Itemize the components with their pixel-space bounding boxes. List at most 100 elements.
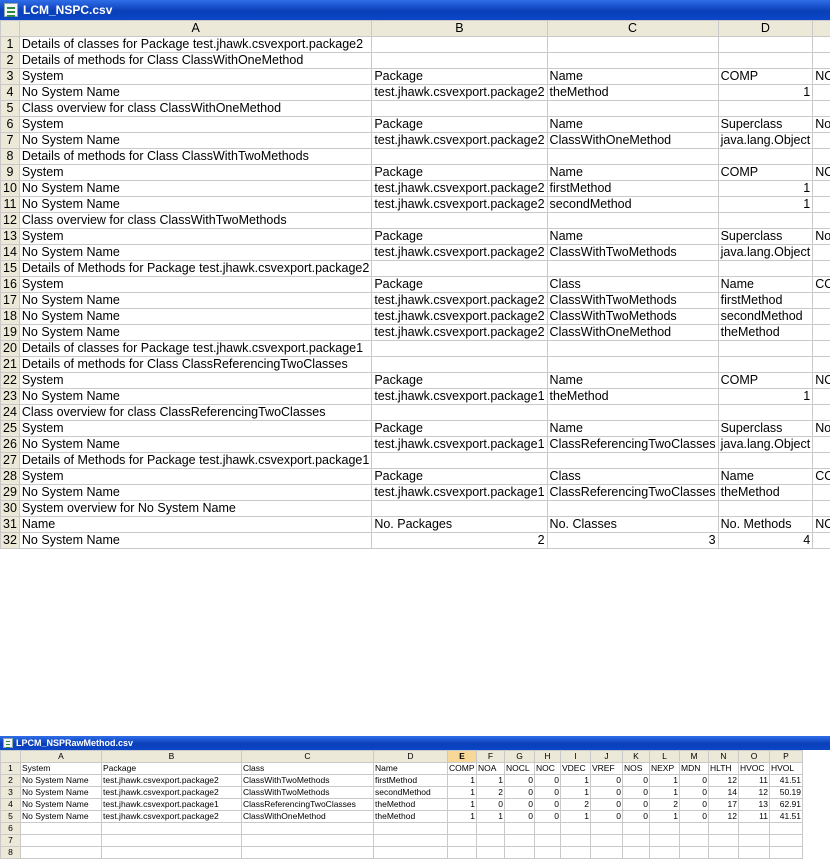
- cell[interactable]: [738, 822, 770, 835]
- cell[interactable]: 0: [590, 810, 623, 823]
- cell[interactable]: [371, 500, 548, 517]
- cell[interactable]: 0: [812, 388, 830, 405]
- cell[interactable]: Details of classes for Package test.jhaw…: [18, 36, 373, 53]
- cell[interactable]: [371, 260, 548, 277]
- cell[interactable]: [373, 834, 448, 847]
- cell[interactable]: [717, 52, 814, 69]
- cell[interactable]: Package: [371, 372, 548, 389]
- cell[interactable]: 1: [560, 774, 591, 787]
- cell[interactable]: No System Name: [18, 308, 373, 325]
- cell[interactable]: [534, 822, 561, 835]
- cell[interactable]: java.lang.Object: [717, 436, 814, 453]
- cell[interactable]: [679, 834, 709, 847]
- row-header[interactable]: 6: [0, 116, 20, 133]
- cell[interactable]: Name: [546, 228, 719, 245]
- cell[interactable]: [622, 822, 650, 835]
- cell[interactable]: System overview for No System Name: [18, 500, 373, 517]
- cell[interactable]: 1: [717, 388, 814, 405]
- cell[interactable]: [371, 212, 548, 229]
- cell[interactable]: NOA: [812, 164, 830, 181]
- cell[interactable]: 16: [812, 532, 830, 549]
- cell[interactable]: [812, 356, 830, 373]
- window-title-bar[interactable]: LPCM_NSPRawMethod.csv: [0, 736, 830, 750]
- cell[interactable]: 0: [622, 810, 650, 823]
- cell[interactable]: No. Methods: [812, 228, 830, 245]
- cell[interactable]: NOC: [534, 762, 561, 775]
- cell[interactable]: Details of Methods for Package test.jhaw…: [18, 260, 373, 277]
- cell[interactable]: Name: [546, 68, 719, 85]
- column-header[interactable]: B: [101, 750, 242, 763]
- cell[interactable]: [371, 36, 548, 53]
- cell[interactable]: 0: [622, 786, 650, 799]
- row-header[interactable]: 15: [0, 260, 20, 277]
- cell[interactable]: ClassReferencingTwoClasses: [546, 484, 719, 501]
- cell[interactable]: 0: [622, 774, 650, 787]
- cell[interactable]: 0: [504, 786, 535, 799]
- cell[interactable]: Details of methods for Class ClassWithTw…: [18, 148, 373, 165]
- cell[interactable]: [812, 340, 830, 357]
- row-header[interactable]: 23: [0, 388, 20, 405]
- column-header[interactable]: A: [20, 750, 102, 763]
- row-header[interactable]: 31: [0, 516, 20, 533]
- cell[interactable]: System: [18, 228, 373, 245]
- cell[interactable]: MDN: [679, 762, 709, 775]
- row-header[interactable]: 14: [0, 244, 20, 261]
- cell[interactable]: theMethod: [373, 810, 448, 823]
- cell[interactable]: [738, 846, 770, 859]
- cell[interactable]: test.jhawk.csvexport.package2: [371, 84, 548, 101]
- cell[interactable]: 41.51: [769, 774, 803, 787]
- window-title-bar[interactable]: LCM_NSPC.csv: [0, 0, 830, 20]
- column-header[interactable]: F: [476, 750, 505, 763]
- row-header[interactable]: 5: [0, 810, 21, 823]
- cell[interactable]: [679, 822, 709, 835]
- cell[interactable]: java.lang.Object: [717, 132, 814, 149]
- cell[interactable]: [546, 452, 719, 469]
- cell[interactable]: 2: [371, 532, 548, 549]
- cell[interactable]: COMP: [447, 762, 477, 775]
- cell[interactable]: 0: [504, 798, 535, 811]
- cell[interactable]: [649, 846, 680, 859]
- row-header[interactable]: 6: [0, 822, 21, 835]
- cell[interactable]: 0: [590, 786, 623, 799]
- cell[interactable]: [371, 452, 548, 469]
- column-header[interactable]: C: [241, 750, 374, 763]
- cell[interactable]: [373, 822, 448, 835]
- cell[interactable]: [717, 452, 814, 469]
- cell[interactable]: [717, 260, 814, 277]
- cell[interactable]: 41.51: [769, 810, 803, 823]
- cell[interactable]: [371, 100, 548, 117]
- cell[interactable]: [649, 822, 680, 835]
- cell[interactable]: java.lang.Object: [717, 244, 814, 261]
- cell[interactable]: 0: [622, 798, 650, 811]
- cell[interactable]: [546, 100, 719, 117]
- cell[interactable]: 12: [708, 774, 739, 787]
- cell[interactable]: theMethod: [717, 484, 814, 501]
- column-header[interactable]: B: [371, 20, 548, 37]
- cell[interactable]: 12: [738, 786, 770, 799]
- cell[interactable]: 0: [679, 798, 709, 811]
- row-header[interactable]: 17: [0, 292, 20, 309]
- cell[interactable]: [622, 834, 650, 847]
- cell[interactable]: System: [18, 468, 373, 485]
- cell[interactable]: ClassWithTwoMethods: [241, 774, 374, 787]
- cell[interactable]: [708, 822, 739, 835]
- cell[interactable]: 2: [560, 798, 591, 811]
- cell[interactable]: Package: [371, 420, 548, 437]
- cell[interactable]: firstMethod: [717, 292, 814, 309]
- column-header[interactable]: E: [812, 20, 830, 37]
- row-header[interactable]: 32: [0, 532, 20, 549]
- cell[interactable]: 0: [534, 774, 561, 787]
- row-header[interactable]: 20: [0, 340, 20, 357]
- cell[interactable]: 13: [738, 798, 770, 811]
- cell[interactable]: test.jhawk.csvexport.package1: [371, 436, 548, 453]
- cell[interactable]: 0: [590, 798, 623, 811]
- cell[interactable]: No System Name: [18, 324, 373, 341]
- cell[interactable]: No System Name: [18, 180, 373, 197]
- row-header[interactable]: 7: [0, 132, 20, 149]
- cell[interactable]: test.jhawk.csvexport.package1: [371, 388, 548, 405]
- cell[interactable]: [101, 834, 242, 847]
- row-header[interactable]: 26: [0, 436, 20, 453]
- cell[interactable]: [769, 822, 803, 835]
- row-header[interactable]: 18: [0, 308, 20, 325]
- cell[interactable]: secondMethod: [546, 196, 719, 213]
